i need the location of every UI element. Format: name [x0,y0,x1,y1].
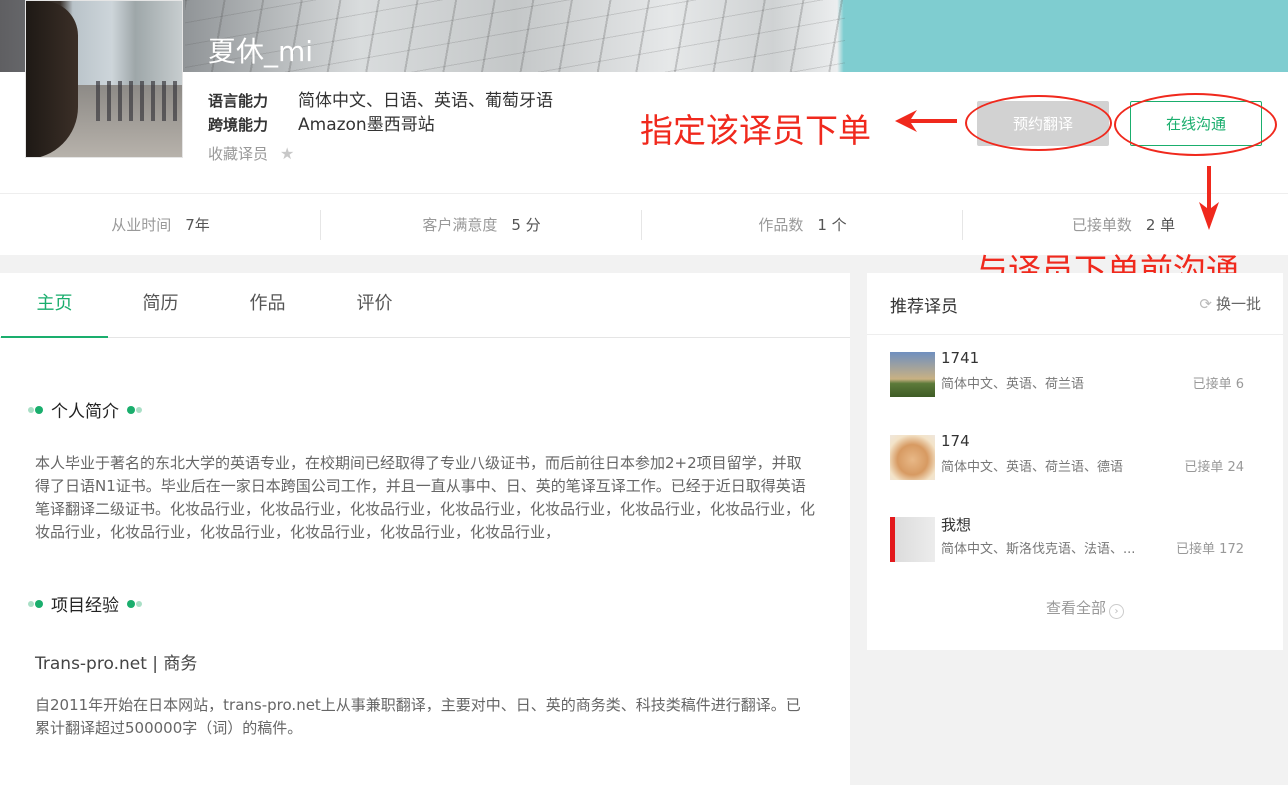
recommend-languages: 简体中文、斯洛伐克语、法语、... [941,542,1136,557]
profile-tabs: 主页 简历 作品 评价 [0,273,850,338]
list-item[interactable]: 1741 简体中文、英语、荷兰语 已接单 6 [890,349,1250,398]
intro-section-title: 个人简介 [28,397,142,422]
translator-thumbnail [890,352,935,397]
arrow-left-icon [895,110,957,132]
recommend-languages: 简体中文、英语、荷兰语、德语 [941,460,1124,475]
dots-icon [28,599,43,608]
main-content-card: 主页 简历 作品 评价 个人简介 本人毕业于著名的东北大学的英语专业，在校期间已… [0,273,850,785]
arrow-down-icon [1199,166,1219,230]
intro-title-text: 个人简介 [51,402,119,422]
favorite-label: 收藏译员 [208,145,269,163]
stat-value: 2 单 [1145,216,1176,234]
recommend-orders: 已接单 6 [1192,377,1244,392]
recommend-name: 1741 [941,349,980,367]
project-title-text: 项目经验 [51,596,119,616]
refresh-icon: ⟳ [1199,295,1212,313]
recommend-languages: 简体中文、英语、荷兰语 [941,377,1085,392]
translator-thumbnail [890,435,935,480]
list-item[interactable]: 174 简体中文、英语、荷兰语、德语 已接单 24 [890,432,1250,481]
recommended-translators: 推荐译员 ⟳ 换一批 1741 简体中文、英语、荷兰语 已接单 6 174 简体中… [867,273,1283,650]
language-ability-value: 简体中文、日语、英语、葡萄牙语 [298,91,553,111]
tab-resume[interactable]: 简历 [107,273,214,338]
language-ability-row: 语言能力 简体中文、日语、英语、葡萄牙语 [208,86,553,111]
stat-satisfaction: 客户满意度 5 分 [321,194,642,256]
stat-value: 5 分 [511,216,541,234]
stat-works: 作品数 1 个 [642,194,963,256]
cross-border-value: Amazon墨西哥站 [298,115,435,135]
project-heading: Trans-pro.net | 商务 [35,654,198,674]
recommend-title: 推荐译员 [890,297,958,317]
profile-banner [0,0,1288,72]
dots-icon [127,599,142,608]
cross-border-row: 跨境能力 Amazon墨西哥站 [208,110,435,135]
view-all-link[interactable]: 查看全部 › [867,597,1288,619]
recommend-name: 174 [941,432,970,450]
recommend-orders: 已接单 172 [1176,542,1244,557]
translator-name: 夏休_mi [208,35,314,68]
chevron-right-circle-icon: › [1109,604,1124,619]
refresh-batch-button[interactable]: ⟳ 换一批 [1199,293,1261,314]
language-ability-label: 语言能力 [208,92,269,110]
dots-icon [28,405,43,414]
tab-works[interactable]: 作品 [214,273,321,338]
recommend-orders: 已接单 24 [1184,460,1244,475]
refresh-label: 换一批 [1215,295,1261,313]
chat-button-highlight [1114,93,1277,156]
stat-value: 1 个 [817,216,847,234]
translator-thumbnail [890,517,935,562]
stat-experience: 从业时间 7年 [0,194,321,256]
stat-label: 作品数 [758,216,804,234]
dots-icon [127,405,142,414]
recommend-name: 我想 [941,516,972,534]
stat-label: 客户满意度 [422,216,498,234]
book-annotation-text: 指定该译员下单 [640,111,871,150]
star-icon[interactable]: ★ [280,144,294,163]
stat-label: 从业时间 [111,216,172,234]
project-section-title: 项目经验 [28,591,142,616]
intro-text: 本人毕业于著名的东北大学的英语专业，在校期间已经取得了专业八级证书，而后前往日本… [35,454,816,541]
tab-home[interactable]: 主页 [1,273,108,338]
tab-reviews[interactable]: 评价 [321,273,428,338]
translator-avatar [25,0,183,158]
list-item[interactable]: 我想 简体中文、斯洛伐克语、法语、... 已接单 172 [890,516,1250,563]
favorite-translator[interactable]: 收藏译员 ★ [208,143,294,164]
book-button-highlight [965,95,1112,151]
stat-value: 7年 [185,216,210,234]
cross-border-label: 跨境能力 [208,116,269,134]
stat-label: 已接单数 [1071,216,1132,234]
project-text: 自2011年开始在日本网站，trans-pro.net上从事兼职翻译，主要对中、… [35,696,801,737]
view-all-label: 查看全部 [1045,599,1106,617]
